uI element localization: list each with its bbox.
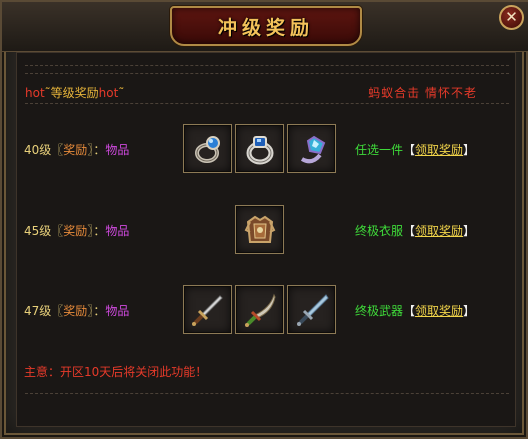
item-slot-ring-blue[interactable]: [183, 124, 232, 173]
item-slot-ring-silver[interactable]: [235, 124, 284, 173]
server-slogan: 蚂蚁合击 情怀不老: [368, 86, 477, 100]
reward-label: 45级〖奖励〗：物品: [24, 224, 130, 238]
item-slot-blade[interactable]: [287, 285, 336, 334]
title-plate: 冲级奖励: [170, 6, 362, 46]
close-button[interactable]: ✕: [499, 5, 524, 30]
ring-silver-icon: [246, 135, 273, 164]
reward-label: 47级〖奖励〗：物品: [24, 304, 130, 318]
item-slot-ring-gem[interactable]: [287, 124, 336, 173]
saber-icon: [244, 293, 276, 327]
reward-claim-text: 终极武器【领取奖励】: [355, 304, 476, 318]
reward-claim-text: 任选一件【领取奖励】: [355, 143, 476, 157]
claim-reward-link-47[interactable]: 领取奖励: [415, 304, 463, 318]
item-slot-armor[interactable]: [235, 205, 284, 254]
reward-row-40: 40级〖奖励〗：物品 任选一件【领取奖励】: [17, 124, 517, 174]
blade-icon: [296, 293, 329, 326]
reward-panel: 冲级奖励 ✕ hot˜等级奖励hot˜ 蚂蚁合击 情怀不老 40级〖奖励〗：物品: [0, 0, 528, 439]
ring-blue-icon: [194, 135, 220, 163]
claim-reward-link-45[interactable]: 领取奖励: [415, 224, 463, 238]
header-title: hot˜等级奖励hot˜: [25, 86, 125, 100]
notice-text: 主意：开区10天后将关闭此功能！: [24, 365, 208, 379]
divider-header: [25, 103, 509, 104]
item-slot-sword[interactable]: [183, 285, 232, 334]
armor-icon: [244, 215, 275, 243]
divider-bottom: [25, 393, 509, 394]
item-slot-saber[interactable]: [235, 285, 284, 334]
reward-row-47: 47级〖奖励〗：物品 终极武器【领取奖励】: [17, 285, 517, 335]
divider-top-2: [25, 73, 509, 74]
title-bar: 冲级奖励 ✕: [2, 2, 528, 52]
window-title: 冲级奖励: [217, 16, 314, 39]
reward-claim-text: 终极衣服【领取奖励】: [355, 224, 476, 238]
divider-top: [25, 65, 509, 66]
content-area: hot˜等级奖励hot˜ 蚂蚁合击 情怀不老 40级〖奖励〗：物品 任选一件【领…: [16, 52, 516, 427]
claim-reward-link-40[interactable]: 领取奖励: [415, 143, 463, 157]
close-icon: ✕: [505, 8, 518, 26]
sword-icon: [191, 294, 223, 326]
reward-label: 40级〖奖励〗：物品: [24, 143, 130, 157]
reward-row-45: 45级〖奖励〗：物品 终极衣服【领取奖励】: [17, 205, 517, 255]
ring-gem-icon: [300, 135, 325, 163]
